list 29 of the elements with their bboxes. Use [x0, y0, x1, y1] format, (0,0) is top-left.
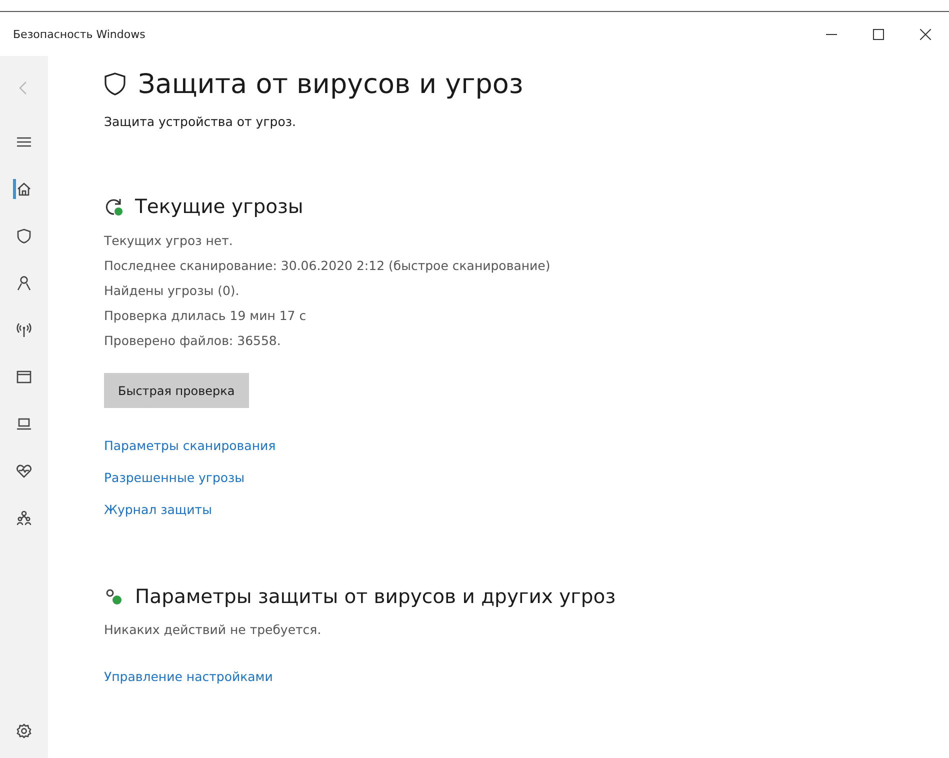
settings-icon	[16, 722, 32, 738]
scan-info-text: Текущих угроз нет.	[104, 232, 234, 250]
home-icon	[16, 180, 32, 196]
app-window-icon	[16, 368, 32, 384]
refresh-status-icon	[104, 196, 124, 216]
window-title: Безопасность Windows	[12, 28, 146, 40]
page-subtitle: Защита устройства от угроз.	[104, 114, 297, 129]
close-icon	[920, 28, 931, 40]
shield-icon	[16, 228, 32, 244]
page-title: Защита от вирусов и угроз	[138, 68, 524, 100]
link[interactable]: Журнал защиты	[104, 502, 212, 517]
scan-info-text: Последнее сканирование: 30.06.2020 2:12 (быстрое сканирование)	[104, 257, 552, 275]
antenna-icon	[16, 322, 32, 338]
section-heading: Текущие угрозы	[135, 195, 304, 218]
scan-info-text: Проверка длилась 19 мин 17 с	[104, 307, 308, 325]
quick-scan-button[interactable]: Быстрая проверка	[104, 373, 249, 408]
link[interactable]: Разрешенные угрозы	[104, 470, 245, 485]
scan-info-text: Проверено файлов: 36558.	[104, 332, 282, 350]
scan-info-text: Найдены угрозы (0).	[104, 282, 240, 300]
status-text: Никаких действий не требуется.	[104, 622, 322, 637]
manage-settings-link[interactable]: Управление настройками	[104, 669, 273, 684]
laptop-icon	[16, 416, 32, 432]
section-heading: Параметры защиты от вирусов и других угроз	[135, 585, 616, 608]
family-icon	[16, 510, 32, 526]
shield-icon	[104, 72, 126, 96]
maximize-icon	[873, 28, 884, 40]
heart-icon	[16, 462, 32, 478]
person-icon	[16, 274, 32, 290]
link[interactable]: Параметры сканирования	[104, 438, 276, 453]
